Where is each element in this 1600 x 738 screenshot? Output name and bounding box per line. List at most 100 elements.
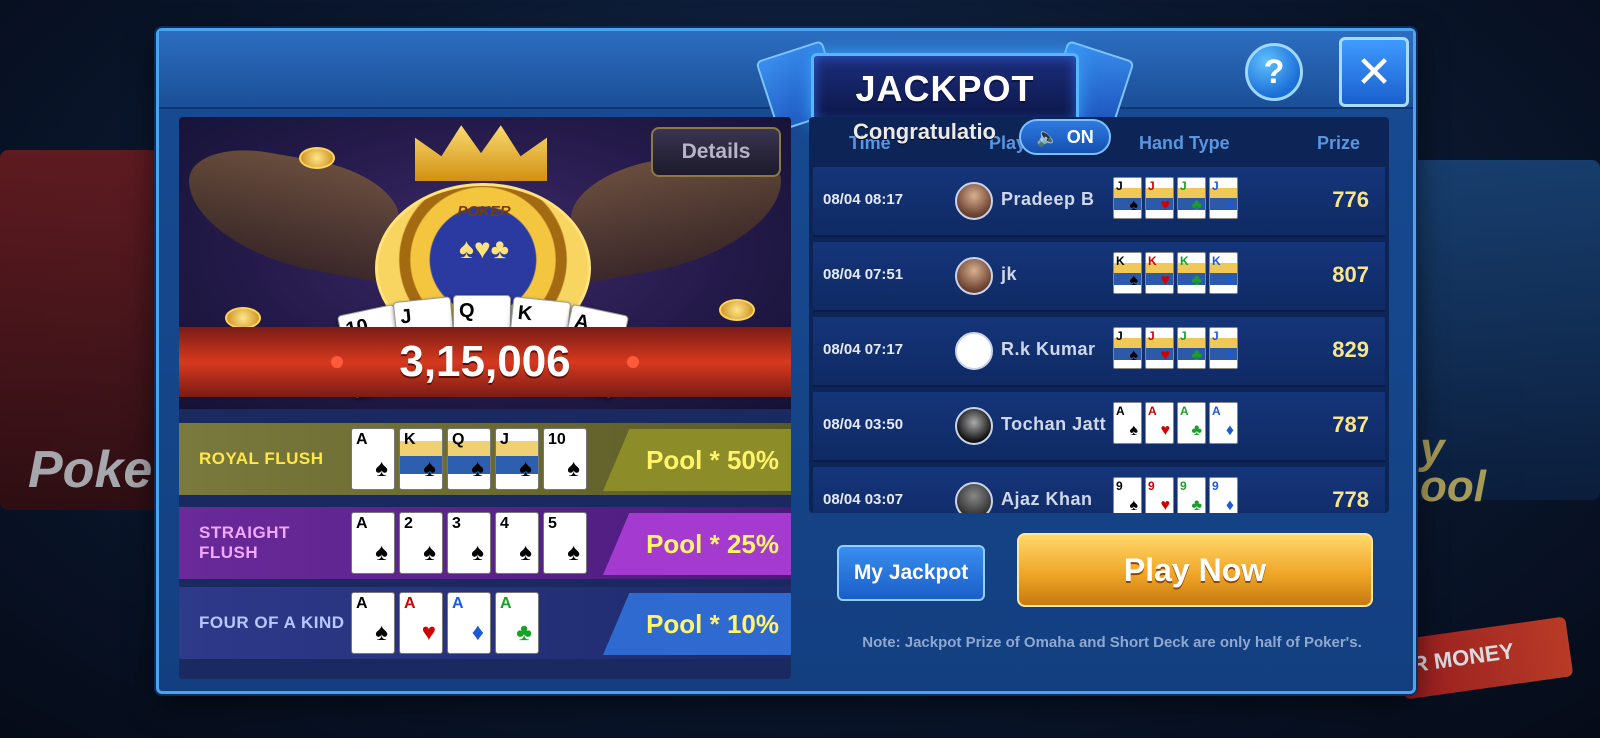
player-name: Ajaz Khan bbox=[1001, 489, 1093, 509]
play-now-button[interactable]: Play Now bbox=[1017, 533, 1373, 607]
prize-amount: 829 bbox=[1332, 337, 1369, 362]
chip-suits-icon: ♠♥♣ bbox=[459, 233, 509, 264]
player-name: R.k Kumar bbox=[1001, 339, 1096, 359]
hand-cards: A ♠ K ♠ Q ♠ J ♠ 10 ♠ bbox=[351, 428, 587, 490]
table-row: 08/04 07:51 jk K ♠ K ♥ K ♣ K ♦ 807 bbox=[813, 242, 1385, 312]
playing-card: K ♠ bbox=[1113, 252, 1142, 294]
payout-row-royal-flush: ROYAL FLUSH A ♠ K ♠ Q ♠ J ♠ 10 ♠ Pool * 50% bbox=[179, 423, 791, 495]
hand-cards: 9 ♠ 9 ♥ 9 ♣ 9 ♦ bbox=[1113, 477, 1238, 513]
details-button[interactable]: Details bbox=[651, 127, 781, 177]
playing-card: 5 ♠ bbox=[543, 512, 587, 574]
jackpot-hero: POKER ♠♥♣ 10 J Q K A Details 3,15,006 bbox=[179, 117, 791, 409]
playing-card: J ♠ bbox=[1113, 327, 1142, 369]
avatar bbox=[955, 257, 993, 295]
playing-card: K ♣ bbox=[1177, 252, 1206, 294]
win-time: 08/04 08:17 bbox=[823, 191, 904, 208]
player-name: Pradeep B bbox=[1001, 189, 1095, 209]
playing-card: A ♥ bbox=[399, 592, 443, 654]
decor-dot bbox=[627, 356, 639, 368]
sound-toggle-label: ON bbox=[1066, 126, 1094, 147]
playing-card: K ♥ bbox=[1145, 252, 1174, 294]
prize-amount: 776 bbox=[1332, 187, 1369, 212]
column-header-prize: Prize bbox=[1317, 133, 1361, 153]
playing-card: 9 ♥ bbox=[1145, 477, 1174, 513]
table-row: 08/04 08:17 Pradeep B J ♠ J ♥ J ♣ J ♦ 776 bbox=[813, 167, 1385, 237]
playing-card: 3 ♠ bbox=[447, 512, 491, 574]
hand-cards: J ♠ J ♥ J ♣ J ♦ bbox=[1113, 177, 1238, 219]
win-time: 08/04 03:07 bbox=[823, 491, 904, 508]
playing-card: J ♥ bbox=[1145, 177, 1174, 219]
win-time: 08/04 07:51 bbox=[823, 266, 904, 283]
background-game-tile-left: Poke bbox=[0, 150, 160, 510]
payout-row-straight-flush: STRAIGHT FLUSH A ♠ 2 ♠ 3 ♠ 4 ♠ 5 ♠ Pool * 25% bbox=[179, 507, 791, 579]
decor-dot bbox=[331, 356, 343, 368]
avatar bbox=[955, 482, 993, 513]
hand-name: STRAIGHT FLUSH bbox=[199, 523, 290, 562]
crown-icon bbox=[415, 125, 547, 181]
playing-card: A ♥ bbox=[1145, 402, 1174, 444]
coin-icon bbox=[719, 299, 755, 321]
playing-card: A ♠ bbox=[351, 592, 395, 654]
hand-cards: J ♠ J ♥ J ♣ J ♦ bbox=[1113, 327, 1238, 369]
table-row: 08/04 07:17 R.k Kumar J ♠ J ♥ J ♣ J ♦ 829 bbox=[813, 317, 1385, 387]
background-banner: R MONEY bbox=[1396, 616, 1574, 700]
hand-cards: K ♠ K ♥ K ♣ K ♦ bbox=[1113, 252, 1238, 294]
prize-amount: 807 bbox=[1332, 262, 1369, 287]
jackpot-note: Note: Jackpot Prize of Omaha and Short D… bbox=[862, 634, 1362, 651]
avatar bbox=[955, 407, 993, 445]
playing-card: 9 ♣ bbox=[1177, 477, 1206, 513]
prize-amount: 778 bbox=[1332, 487, 1369, 512]
playing-card: J ♣ bbox=[1177, 327, 1206, 369]
win-time: 08/04 07:17 bbox=[823, 341, 904, 358]
winners-list-panel[interactable]: Time Player Hand Type Prize Congratulati… bbox=[809, 117, 1389, 513]
playing-card: A ♠ bbox=[1113, 402, 1142, 444]
playing-card: Q ♠ bbox=[447, 428, 491, 490]
hand-cards: A ♠ A ♥ A ♦ A ♣ bbox=[351, 592, 539, 654]
playing-card: A ♦ bbox=[447, 592, 491, 654]
win-time: 08/04 03:50 bbox=[823, 416, 904, 433]
playing-card: 9 ♦ bbox=[1209, 477, 1238, 513]
modal-title-text: JACKPOT bbox=[855, 68, 1035, 109]
modal-title: JACKPOT bbox=[811, 53, 1079, 125]
prize-amount: 787 bbox=[1332, 412, 1369, 437]
playing-card: J ♠ bbox=[1113, 177, 1142, 219]
player-name: Tochan Jatt bbox=[1001, 414, 1107, 434]
playing-card: 10 ♠ bbox=[543, 428, 587, 490]
table-row: 08/04 03:50 Tochan Jatt A ♠ A ♥ A ♣ A ♦ 787 bbox=[813, 392, 1385, 462]
hand-name: ROYAL FLUSH bbox=[199, 449, 324, 468]
pool-percentage: Pool * 25% bbox=[603, 513, 791, 575]
my-jackpot-button[interactable]: My Jackpot bbox=[837, 545, 985, 601]
playing-card: A ♦ bbox=[1209, 402, 1238, 444]
congratulations-ticker: Congratulatio bbox=[853, 119, 996, 144]
hand-name: FOUR OF A KIND bbox=[199, 613, 345, 632]
close-button[interactable]: ✕ bbox=[1339, 37, 1409, 107]
playing-card: A ♠ bbox=[351, 428, 395, 490]
playing-card: A ♣ bbox=[495, 592, 539, 654]
coin-icon bbox=[225, 307, 261, 329]
hand-cards: A ♠ 2 ♠ 3 ♠ 4 ♠ 5 ♠ bbox=[351, 512, 587, 574]
column-header-hand-type: Hand Type bbox=[1139, 133, 1230, 153]
table-row: 08/04 03:07 Ajaz Khan 9 ♠ 9 ♥ 9 ♣ 9 ♦ 778 bbox=[813, 467, 1385, 513]
playing-card: 9 ♠ bbox=[1113, 477, 1142, 513]
chip-label: POKER bbox=[457, 203, 511, 220]
playing-card: A ♣ bbox=[1177, 402, 1206, 444]
playing-card: K ♠ bbox=[399, 428, 443, 490]
hand-cards: A ♠ A ♥ A ♣ A ♦ bbox=[1113, 402, 1238, 444]
playing-card: 2 ♠ bbox=[399, 512, 443, 574]
playing-card: J ♠ bbox=[495, 428, 539, 490]
payout-row-four-of-a-kind: FOUR OF A KIND A ♠ A ♥ A ♦ A ♣ Pool * 10% bbox=[179, 587, 791, 659]
player-name: jk bbox=[1001, 264, 1018, 284]
jackpot-modal: JACKPOT ? ✕ POKER ♠♥♣ 10 J Q K A Details bbox=[156, 28, 1416, 694]
help-button[interactable]: ? bbox=[1245, 43, 1303, 101]
avatar bbox=[955, 182, 993, 220]
playing-card: J ♦ bbox=[1209, 177, 1238, 219]
jackpot-amount-bar: 3,15,006 bbox=[179, 327, 791, 397]
background-tile-text: Poke bbox=[28, 441, 153, 499]
playing-card: 4 ♠ bbox=[495, 512, 539, 574]
sound-toggle[interactable]: 🔈 ON bbox=[1019, 119, 1111, 155]
coin-icon bbox=[299, 147, 335, 169]
pool-percentage: Pool * 50% bbox=[603, 429, 791, 491]
wing-left-icon bbox=[189, 138, 399, 286]
playing-card: J ♦ bbox=[1209, 327, 1238, 369]
background-tile-text-right: y ool bbox=[1420, 424, 1486, 511]
